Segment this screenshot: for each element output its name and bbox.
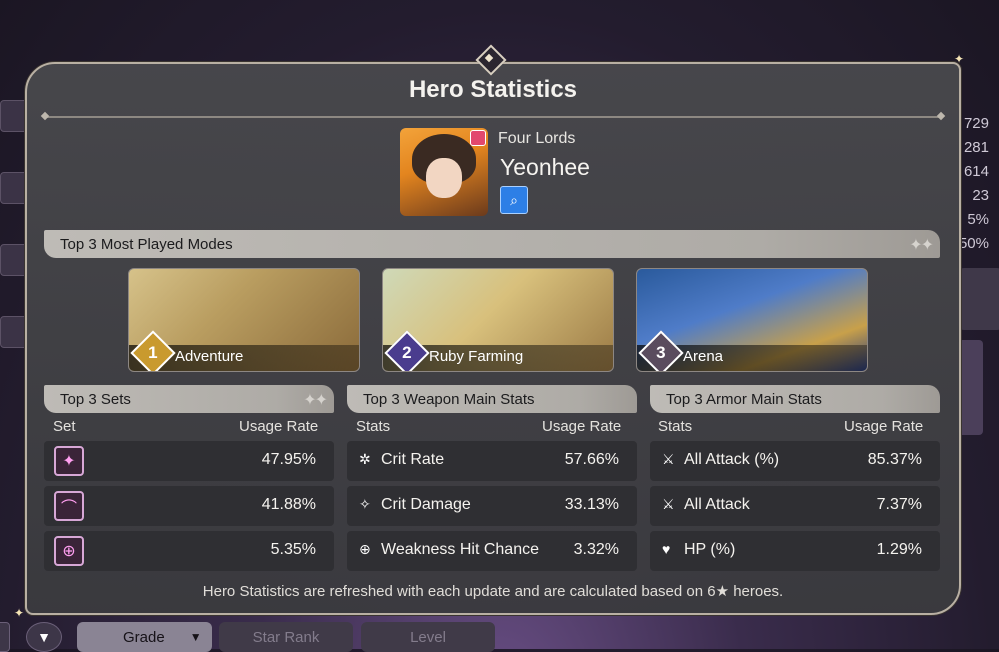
hero-portrait	[400, 128, 488, 216]
crit-set-icon: ✦	[54, 446, 84, 476]
star-rank-label: Star Rank	[252, 628, 320, 646]
modes-section-header: Top 3 Most Played Modes ✦✦	[44, 230, 940, 258]
weakness-icon: ⊕	[359, 541, 371, 557]
mode-card-arena: Arena 3	[636, 268, 868, 372]
star-rank-sort-button[interactable]: Star Rank	[219, 622, 353, 652]
level-sort-button[interactable]: Level	[361, 622, 495, 652]
chevron-down-icon: ▼	[189, 630, 202, 644]
background-hero-card	[958, 340, 983, 435]
weapon-section-header: Top 3 Weapon Main Stats	[347, 385, 637, 413]
grade-sort-dropdown[interactable]: Grade ▼	[77, 622, 212, 652]
target-set-icon: ⊕	[54, 536, 84, 566]
background-sidebar-icon	[0, 244, 28, 276]
background-sidebar-icon	[0, 316, 28, 348]
armor-stat-row: ♥ HP (%) 1.29%	[650, 531, 940, 571]
weapon-col-stats: Stats	[356, 418, 391, 435]
filter-button[interactable]: ▼	[26, 622, 62, 652]
background-panel	[958, 268, 999, 330]
sets-col-rate: Usage Rate	[239, 418, 319, 435]
sets-section-header: Top 3 Sets ✦✦	[44, 385, 334, 413]
background-sidebar	[0, 100, 28, 388]
title-divider	[45, 116, 941, 118]
set-row: ✦ 47.95%	[44, 441, 334, 481]
hero-statistics-panel: Hero Statistics Four Lords Yeonhee ⌕ Top…	[25, 62, 961, 615]
background-sidebar-icon	[0, 100, 28, 132]
filter-icon: ▼	[37, 629, 51, 645]
hero-faction: Four Lords	[498, 130, 576, 147]
page-title: Hero Statistics	[408, 76, 578, 103]
crit-damage-icon: ✧	[359, 496, 371, 512]
mode-label: Ruby Farming	[429, 348, 524, 365]
armor-stat-row: ⚔ All Attack (%) 85.37%	[650, 441, 940, 481]
level-label: Level	[410, 628, 446, 646]
mode-label: Arena	[683, 348, 724, 365]
menu-button[interactable]	[0, 622, 10, 652]
footer-note: Hero Statistics are refreshed with each …	[202, 583, 784, 600]
mode-card-ruby-farming: Ruby Farming 2	[382, 268, 614, 372]
attack-icon: ⚔	[662, 451, 675, 467]
background-sidebar-icon	[0, 172, 28, 204]
mode-card-adventure: Adventure 1	[128, 268, 360, 372]
bottom-filter-bar: ▼ Grade ▼ Star Rank Level	[0, 620, 999, 652]
weapon-stat-row: ✧ Crit Damage 33.13%	[347, 486, 637, 526]
decoration-icon: ✦✦	[909, 237, 934, 254]
weapon-stat-row: ✲ Crit Rate 57.66%	[347, 441, 637, 481]
weapon-col-rate: Usage Rate	[542, 418, 622, 435]
armor-section-header: Top 3 Armor Main Stats	[650, 385, 940, 413]
mode-label: Adventure	[175, 348, 244, 365]
set-row: ⌒ 41.88%	[44, 486, 334, 526]
decoration-icon: ✦✦	[303, 392, 328, 409]
heart-icon: ♥	[662, 541, 671, 557]
modes-header-label: Top 3 Most Played Modes	[60, 235, 233, 253]
grade-label: Grade	[123, 628, 165, 646]
corner-star-icon: ✦	[14, 606, 25, 620]
weapon-stat-row: ⊕ Weakness Hit Chance 3.32%	[347, 531, 637, 571]
crit-rate-icon: ✲	[359, 451, 371, 467]
corner-star-icon: ✦	[954, 52, 965, 66]
set-row: ⊕ 5.35%	[44, 531, 334, 571]
armor-stat-row: ⚔ All Attack 7.37%	[650, 486, 940, 526]
class-role-icon: ⌕	[500, 186, 528, 214]
element-badge-icon	[470, 130, 486, 146]
attack-icon: ⚔	[662, 496, 675, 512]
sets-col-set: Set	[53, 418, 76, 435]
armor-col-stats: Stats	[658, 418, 693, 435]
hero-name: Yeonhee	[500, 154, 590, 180]
scythe-set-icon: ⌒	[54, 491, 84, 521]
armor-col-rate: Usage Rate	[844, 418, 924, 435]
